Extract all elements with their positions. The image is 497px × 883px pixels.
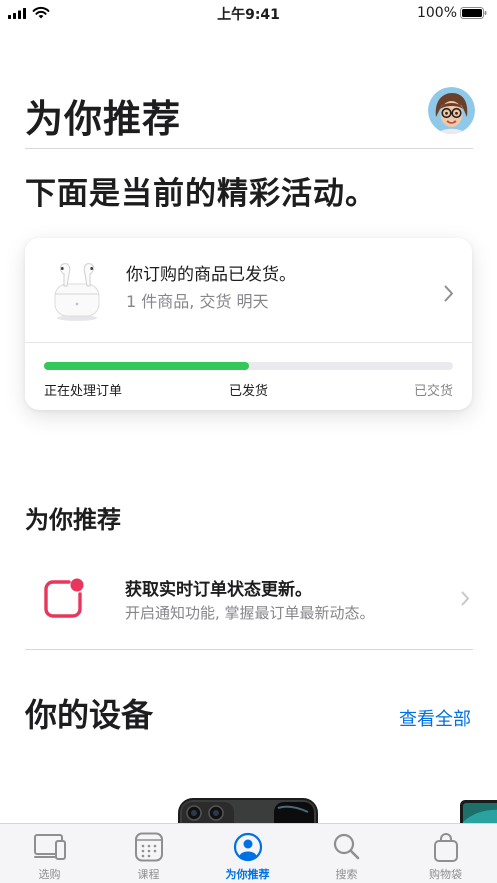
avatar[interactable]: [428, 87, 475, 134]
airpods-icon: [54, 263, 100, 321]
step-processing: 正在处理订单: [44, 384, 123, 399]
order-progress-fill: [44, 362, 249, 370]
search-icon: [333, 833, 359, 860]
bag-icon: [433, 833, 458, 862]
notification-subtitle: 开启通知功能, 掌握最订单最新动态。: [125, 604, 375, 622]
tab-label: 选购: [38, 868, 61, 881]
tab-sessions[interactable]: 课程: [99, 824, 198, 883]
chevron-right-icon: [461, 591, 469, 606]
memoji-avatar-icon: [428, 87, 475, 134]
notification-title: 获取实时订单状态更新。: [125, 580, 312, 600]
card-divider: [25, 342, 472, 343]
tab-label: 为你推荐: [225, 868, 270, 881]
order-progress-bar: [44, 362, 453, 370]
tab-for-you[interactable]: 为你推荐: [198, 824, 297, 883]
header-divider: [25, 148, 473, 149]
notification-badge-icon: [44, 578, 84, 618]
order-title: 你订购的商品已发货。: [126, 265, 296, 285]
tab-label: 购物袋: [429, 868, 462, 881]
calendar-icon: [134, 832, 163, 862]
tab-shop[interactable]: 选购: [0, 824, 99, 883]
tab-search[interactable]: 搜索: [297, 824, 396, 883]
recommend-section-title: 为你推荐: [25, 506, 121, 534]
tab-bag[interactable]: 购物袋: [396, 824, 495, 883]
step-shipped: 已发货: [229, 384, 269, 399]
battery-percentage: 100%: [416, 5, 457, 21]
devices-icon: [33, 834, 66, 860]
devices-title: 你的设备: [25, 696, 154, 734]
step-delivered: 已交货: [413, 384, 453, 399]
headline: 下面是当前的精彩活动。: [25, 176, 377, 212]
tab-label: 课程: [137, 868, 160, 881]
notification-promo-row[interactable]: 获取实时订单状态更新。 开启通知功能, 掌握最订单最新动态。: [0, 565, 497, 645]
battery-icon: [460, 7, 487, 19]
status-bar: 上午9:41 100%: [0, 0, 497, 26]
tab-label: 搜索: [335, 868, 358, 881]
see-all-link[interactable]: 查看全部: [399, 705, 471, 731]
order-status-card[interactable]: 你订购的商品已发货。 1 件商品, 交货 明天 正在处理订单 已发货 已交货: [25, 238, 472, 410]
tab-bar: 选购 课程 为你推荐 搜索 购物袋: [0, 823, 497, 883]
page-title: 为你推荐: [25, 97, 182, 141]
chevron-right-icon: [444, 285, 453, 302]
person-circle-icon: [233, 832, 262, 862]
section-divider: [25, 649, 473, 650]
order-subtitle: 1 件商品, 交货 明天: [126, 292, 269, 311]
